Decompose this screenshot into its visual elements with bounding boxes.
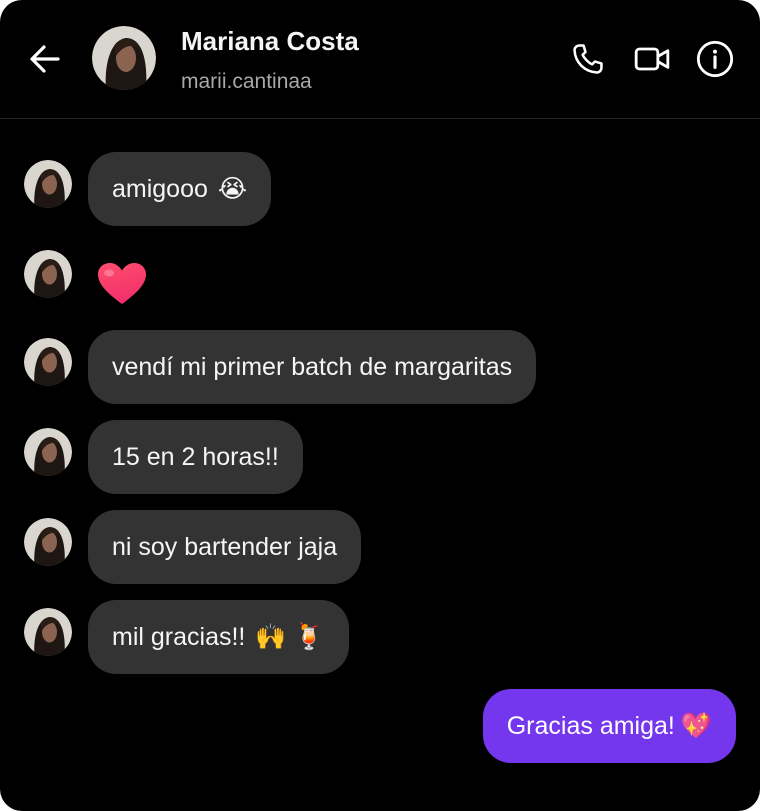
message-bubble-received[interactable]: vendí mi primer batch de margaritas: [88, 330, 537, 404]
contact-name[interactable]: Mariana Costa: [181, 26, 359, 57]
info-icon: [696, 40, 734, 78]
sender-avatar[interactable]: [24, 428, 72, 476]
sender-avatar[interactable]: [24, 160, 72, 208]
sender-avatar[interactable]: [24, 250, 72, 298]
message-bubble-received[interactable]: mil gracias!! 🙌 🍹: [88, 600, 349, 674]
sender-avatar[interactable]: [24, 608, 72, 656]
contact-handle: marii.cantinaa: [181, 70, 312, 93]
sender-avatar[interactable]: [24, 338, 72, 386]
conversation-info-button[interactable]: [694, 38, 736, 80]
crying-face-emoji: 😭: [217, 174, 248, 203]
heart-emoji-message[interactable]: [97, 262, 147, 306]
video-camera-icon: [634, 47, 670, 71]
voice-call-button[interactable]: [567, 38, 609, 80]
message-bubble-received[interactable]: 15 en 2 horas!!: [88, 420, 303, 494]
chat-header: Mariana Costa marii.cantinaa: [0, 0, 760, 119]
message-text: 15 en 2 horas!!: [112, 442, 279, 471]
message-text: amigooo: [112, 174, 208, 203]
message-text: vendí mi primer batch de margaritas: [112, 352, 513, 381]
sender-avatar[interactable]: [24, 518, 72, 566]
contact-avatar[interactable]: [92, 26, 156, 90]
message-bubble-received[interactable]: ni soy bartender jaja: [88, 510, 362, 584]
arrow-left-icon: [30, 45, 60, 73]
raising-hands-cocktail-emoji: 🙌 🍹: [255, 622, 325, 651]
message-bubble-sent[interactable]: Gracias amiga! 💖: [482, 689, 736, 763]
message-text: Gracias amiga!: [506, 711, 675, 740]
back-button[interactable]: [24, 38, 66, 80]
phone-icon: [573, 44, 603, 74]
message-text: mil gracias!!: [112, 622, 246, 651]
message-bubble-received[interactable]: amigooo 😭: [88, 152, 272, 226]
chat-window: Mariana Costa marii.cantinaa amigooo 😭 v…: [0, 0, 760, 811]
video-call-button[interactable]: [631, 38, 673, 80]
sparkling-heart-emoji: 💖: [680, 711, 712, 740]
message-text: ni soy bartender jaja: [112, 532, 338, 561]
